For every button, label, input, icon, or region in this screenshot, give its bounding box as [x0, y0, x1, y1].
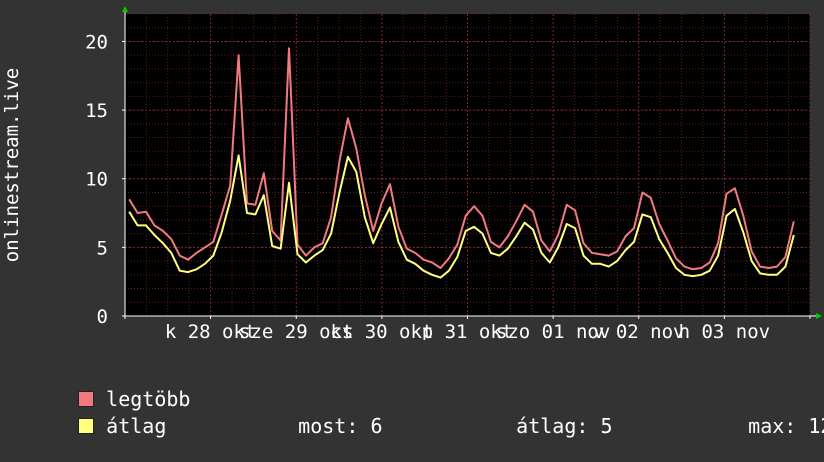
grid: [124, 13, 811, 317]
x-tick-label: cs 30 okt: [330, 321, 433, 340]
x-tick-label: v 02 nov: [593, 321, 685, 340]
y-tick-label: 5: [97, 237, 108, 259]
stat-max-label: max:: [748, 414, 797, 438]
stat-max: max: 12: [700, 390, 824, 462]
chart-root: 0 5 10 15 20 k 28 okt sze 29 okt cs 30 okt p 31…: [0, 0, 824, 438]
atlag-swatch: [78, 418, 95, 434]
legend-item-atlag: átlag: [30, 390, 166, 462]
y-tick-label: 15: [85, 100, 108, 122]
stat-max-value: 12: [808, 414, 824, 438]
stat-current-label: most:: [298, 414, 359, 438]
stat-average: átlag: 5: [468, 390, 613, 462]
legend-label-atlag: átlag: [106, 414, 167, 438]
x-tick-labels: k 28 oktsze 29 oktcs 30 oktp 31 oktszo 0…: [165, 321, 770, 340]
y-axis-arrow-icon: [122, 6, 128, 12]
y-tick-label: 0: [97, 306, 108, 328]
stat-current-value: 6: [370, 414, 383, 438]
line-chart: 0 5 10 15 20 k 28 oktsze 29 oktcs 30 oktp 31…: [1, 6, 822, 340]
y-tick-label: 20: [85, 31, 108, 53]
x-tick-label: h 03 nov: [679, 321, 771, 340]
y-axis-label: onlinestream.live: [1, 68, 23, 262]
y-tick-labels: 0 5 10 15 20: [85, 31, 108, 328]
x-axis-arrow-icon: [816, 313, 822, 319]
stat-average-value: 5: [600, 414, 613, 438]
y-tick-label: 10: [85, 169, 108, 191]
stat-average-label: átlag:: [516, 414, 589, 438]
stat-current: most: 6: [250, 390, 382, 462]
